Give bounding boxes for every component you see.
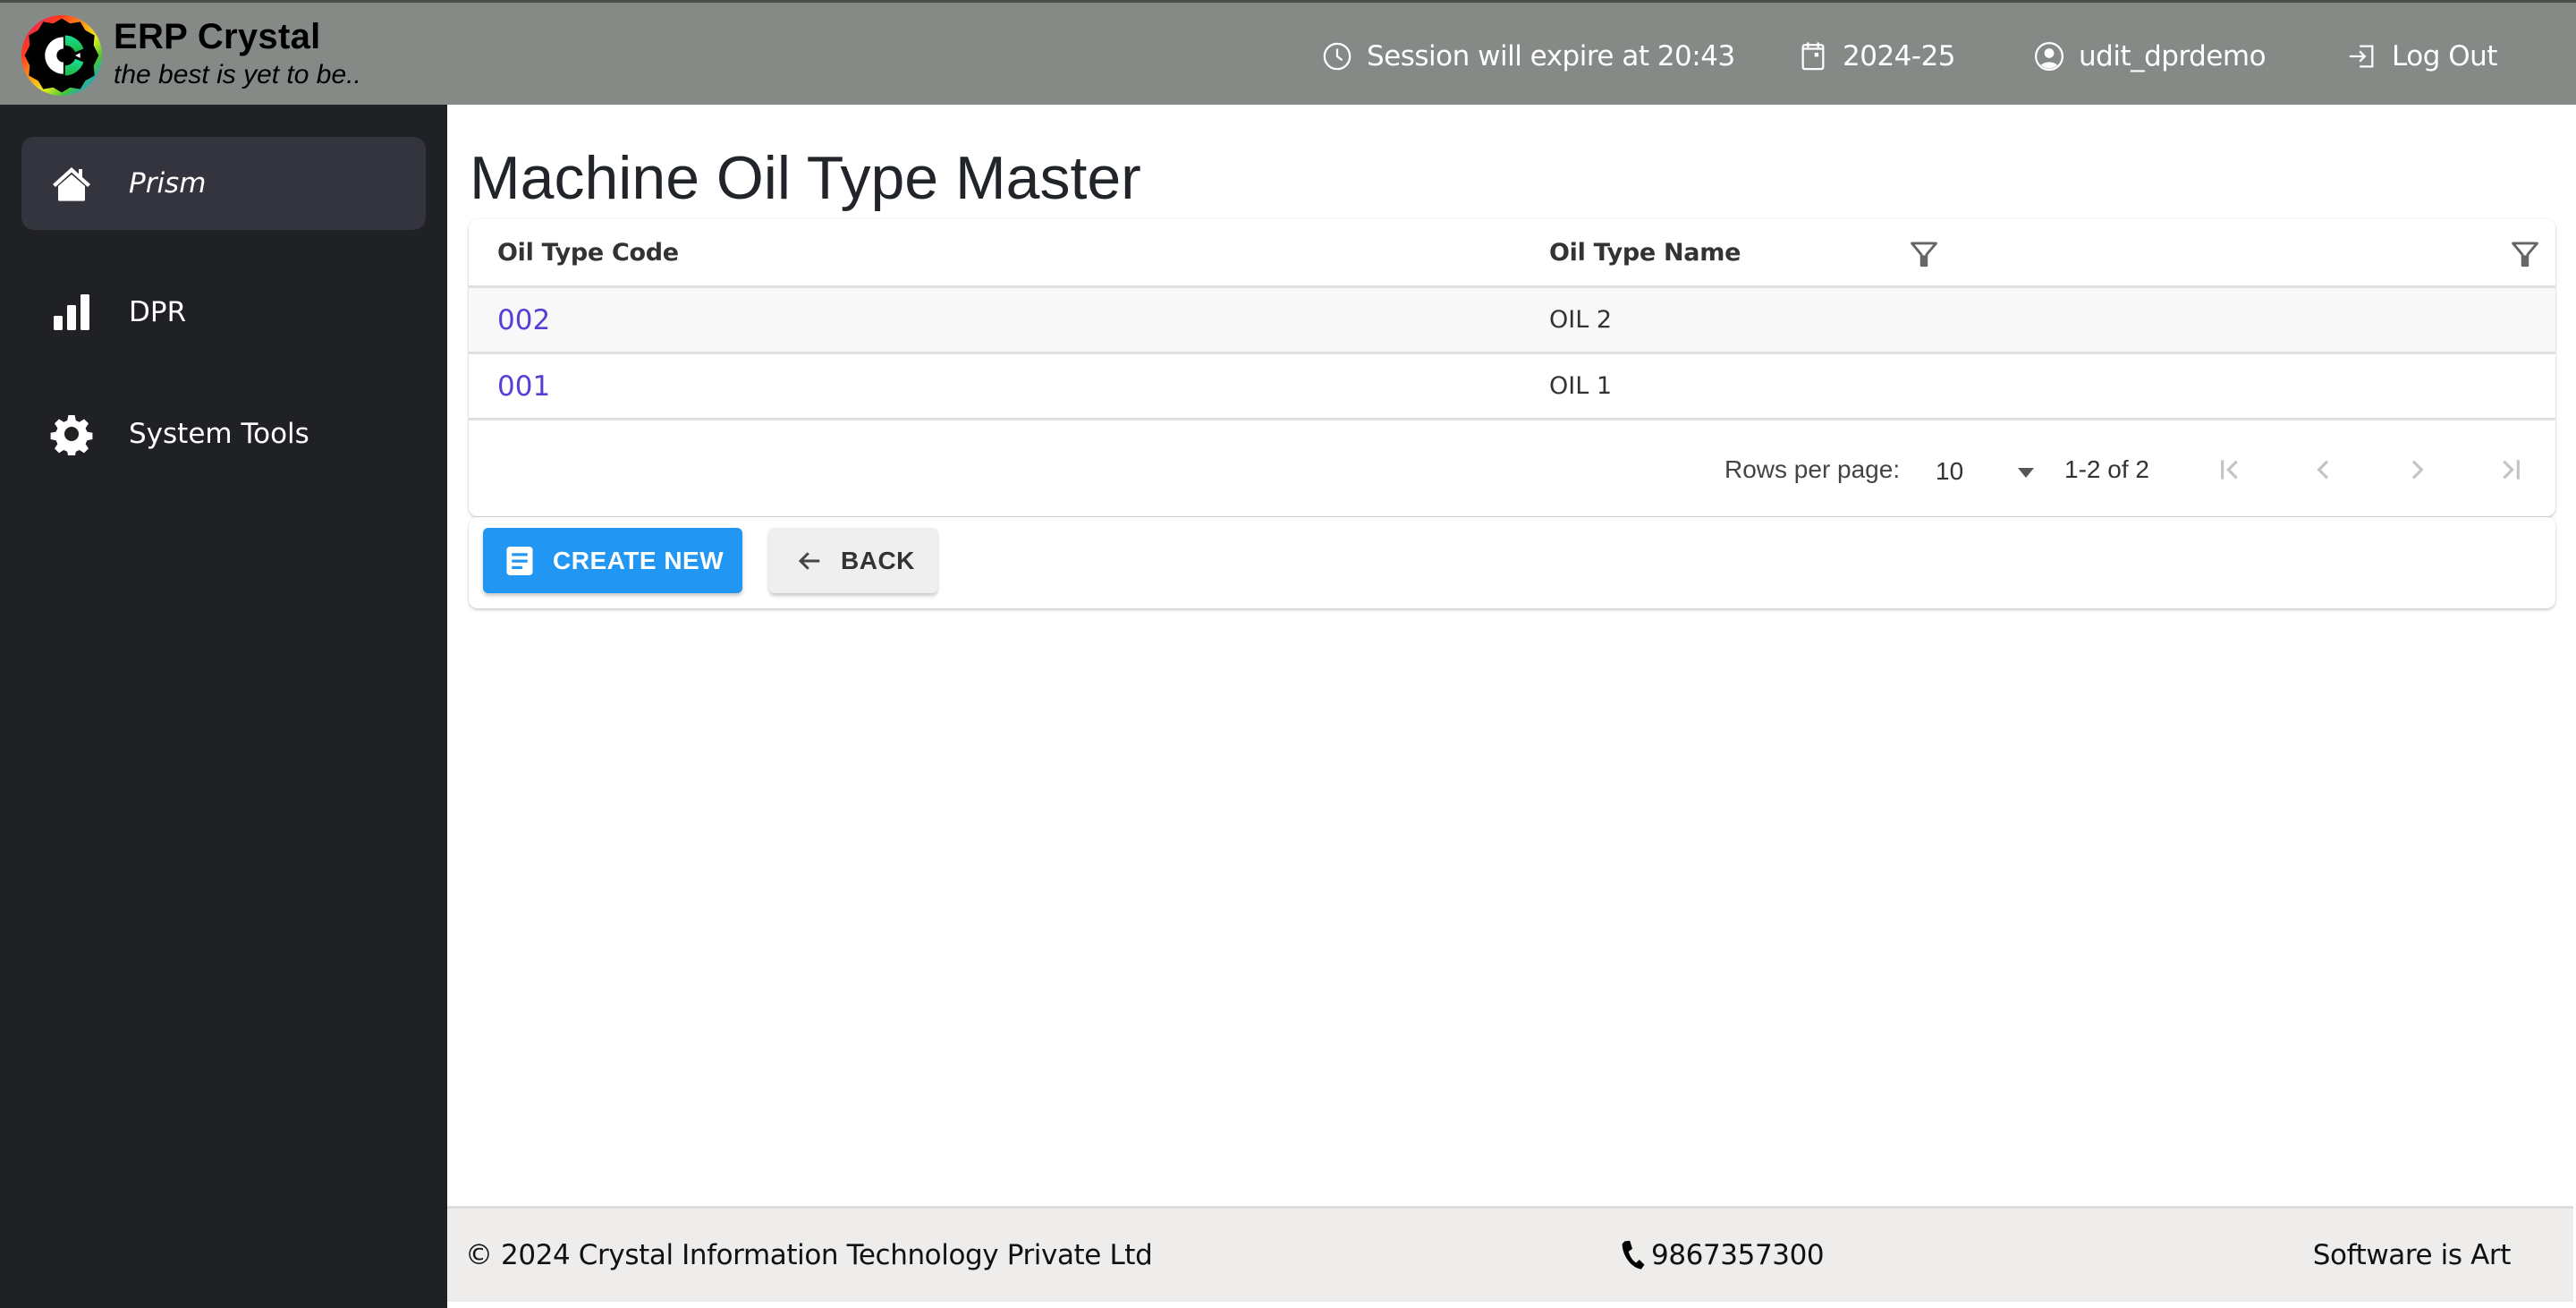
contact-phone: 9867357300: [1619, 1239, 1825, 1271]
back-label: BACK: [841, 546, 915, 574]
action-bar: CREATE NEW BACK: [469, 517, 2555, 608]
last-page-button[interactable]: [2492, 450, 2528, 489]
first-page-icon: [2221, 460, 2238, 480]
phone-number: 9867357300: [1651, 1239, 1825, 1271]
clock-icon: [1323, 42, 1352, 71]
arrow-left-icon: [798, 551, 820, 570]
filter-icon[interactable]: [2510, 239, 2540, 269]
copyright-text: © 2024 Crystal Information Technology Pr…: [465, 1239, 1153, 1271]
erp-crystal-logo: [21, 14, 103, 97]
logout-icon: [2349, 45, 2374, 68]
rows-per-page-select[interactable]: 10: [1936, 457, 2034, 488]
brand-tagline: the best is yet to be..: [114, 60, 361, 89]
user-profile[interactable]: udit_dprdemo: [2034, 37, 2267, 76]
table-row[interactable]: 001 OIL 1: [469, 354, 2555, 420]
first-page-button[interactable]: [2213, 450, 2249, 489]
create-new-label: CREATE NEW: [553, 546, 724, 574]
session-text: Session will expire at 20:43: [1367, 40, 1735, 72]
sidebar-item-label: Prism: [129, 167, 207, 200]
column-header-oil-type-code[interactable]: Oil Type Code: [497, 219, 1535, 285]
financial-year-text: 2024-25: [1843, 40, 1956, 72]
user-circle-icon: [2034, 41, 2064, 72]
create-new-button[interactable]: CREATE NEW: [483, 528, 742, 593]
oil-type-name: OIL 2: [1549, 306, 1613, 334]
sidebar: Prism DPR System Tools: [0, 105, 447, 1308]
page-title: Machine Oil Type Master: [470, 144, 1141, 212]
last-page-icon: [2503, 460, 2520, 480]
column-header-label: Oil Type Name: [1549, 238, 1741, 267]
rows-per-page-value: 10: [1936, 457, 1964, 485]
oil-type-code-link[interactable]: 002: [497, 304, 550, 336]
sidebar-item-label: DPR: [129, 296, 187, 328]
pagination: Rows per page: 10 1-2 of 2: [469, 423, 2555, 516]
column-header-oil-type-name[interactable]: Oil Type Name: [1549, 219, 2533, 285]
chevron-right-icon: [2411, 460, 2424, 480]
document-icon: [506, 546, 533, 575]
oil-type-table: Oil Type Code Oil Type Name 002 OIL 2 00…: [469, 219, 2555, 516]
oil-type-name-cell: OIL 1: [1549, 354, 2533, 418]
session-expiry: Session will expire at 20:43: [1322, 37, 1735, 76]
oil-type-code-link[interactable]: 001: [497, 370, 550, 403]
financial-year-selector[interactable]: 2024-25: [1798, 37, 1956, 76]
oil-type-code-cell: 001: [497, 354, 1535, 418]
gear-icon: [50, 412, 93, 455]
footer-motto: Software is Art: [2312, 1239, 2512, 1271]
table-row[interactable]: 002 OIL 2: [469, 288, 2555, 354]
calendar-icon: [1801, 42, 1825, 71]
caret-down-icon: [2018, 468, 2034, 478]
oil-type-name: OIL 1: [1549, 372, 1613, 400]
footer: © 2024 Crystal Information Technology Pr…: [447, 1206, 2573, 1302]
brand-title: ERP Crystal: [114, 17, 321, 56]
rows-per-page-label: Rows per page:: [1724, 455, 1901, 483]
sidebar-item-dpr[interactable]: DPR: [21, 266, 426, 359]
oil-type-code-cell: 002: [497, 288, 1535, 352]
sidebar-item-system-tools[interactable]: System Tools: [21, 387, 426, 480]
bar-chart-icon: [50, 291, 93, 334]
back-button[interactable]: BACK: [769, 528, 937, 593]
table-header-row: Oil Type Code Oil Type Name: [469, 219, 2555, 288]
logout-label: Log Out: [2392, 40, 2497, 72]
logout-button[interactable]: Log Out: [2347, 37, 2497, 76]
next-page-button[interactable]: [2399, 450, 2435, 489]
page-range-text: 1-2 of 2: [2064, 455, 2149, 483]
home-icon: [50, 162, 93, 205]
username-text: udit_dprdemo: [2079, 40, 2267, 72]
phone-icon: [1622, 1240, 1645, 1270]
sidebar-item-label: System Tools: [129, 418, 309, 450]
oil-type-name-cell: OIL 2: [1549, 288, 2533, 352]
previous-page-button[interactable]: [2306, 450, 2342, 489]
top-header: ERP Crystal the best is yet to be.. Sess…: [0, 0, 2576, 105]
sidebar-item-prism[interactable]: Prism: [21, 137, 426, 230]
column-header-label: Oil Type Code: [497, 238, 679, 267]
chevron-left-icon: [2317, 460, 2329, 480]
